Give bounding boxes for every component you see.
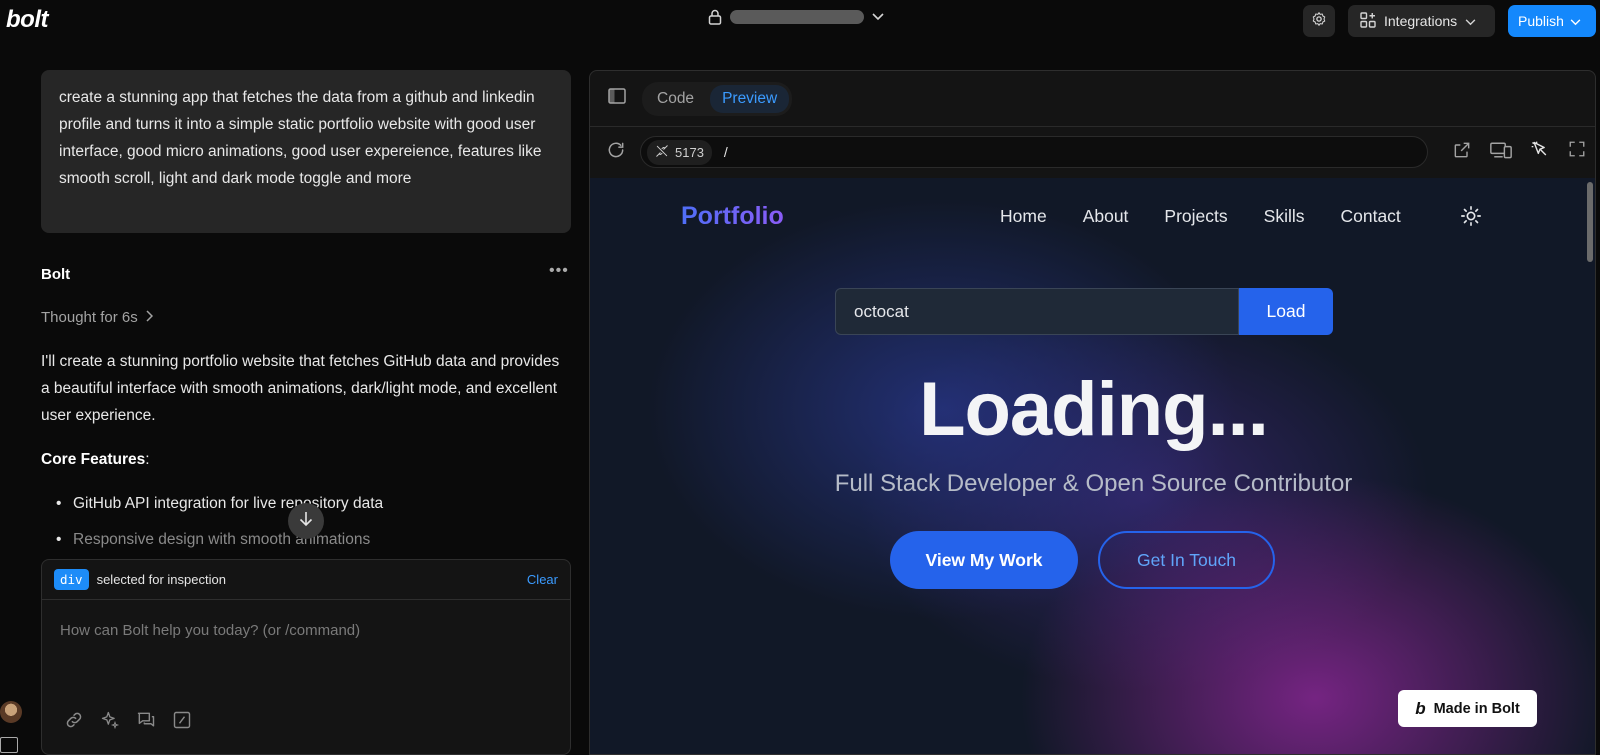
integrations-label: Integrations: [1384, 13, 1458, 29]
github-username-input[interactable]: octocat: [835, 288, 1239, 335]
user-avatar[interactable]: [0, 701, 22, 723]
lock-icon: [708, 9, 722, 25]
preview-site: Portfolio Home About Projects Skills Con…: [590, 178, 1595, 754]
publish-button[interactable]: Publish: [1508, 5, 1596, 37]
device-toggle-icon[interactable]: [1490, 140, 1512, 165]
attach-link-icon[interactable]: [64, 710, 84, 730]
chat-composer: div selected for inspection Clear How ca…: [41, 559, 571, 755]
bolt-logo[interactable]: bolt: [6, 6, 48, 34]
workbench-header: Code Preview: [590, 71, 1595, 127]
port-number: 5173: [675, 144, 704, 160]
chevron-right-icon: [146, 309, 153, 326]
discuss-icon[interactable]: [136, 710, 156, 730]
inspection-text: selected for inspection: [96, 572, 226, 587]
nav-about[interactable]: About: [1083, 206, 1129, 227]
address-bar[interactable]: 5173 /: [640, 136, 1428, 168]
plug-icon: [655, 144, 669, 161]
site-brand[interactable]: Portfolio: [681, 202, 784, 231]
load-button[interactable]: Load: [1239, 288, 1333, 335]
tab-code[interactable]: Code: [645, 85, 706, 113]
url-path: /: [723, 144, 728, 160]
get-in-touch-button[interactable]: Get In Touch: [1098, 531, 1275, 589]
reload-icon[interactable]: [606, 140, 626, 165]
fullscreen-icon[interactable]: [1568, 140, 1586, 165]
tab-preview[interactable]: Preview: [710, 84, 790, 113]
settings-button[interactable]: [1303, 5, 1335, 37]
command-icon[interactable]: [172, 710, 192, 730]
hero-headline: Loading...: [919, 367, 1269, 452]
clear-inspection-button[interactable]: Clear: [527, 572, 558, 587]
made-in-bolt-label: Made in Bolt: [1433, 700, 1520, 717]
view-tabs: Code Preview: [642, 81, 793, 116]
publish-label: Publish: [1518, 13, 1564, 29]
site-nav: Home About Projects Skills Contact: [1000, 206, 1401, 227]
panel-toggle-icon[interactable]: [608, 88, 626, 109]
preview-scrollbar[interactable]: [1587, 182, 1593, 262]
preview-toolbar: 5173 /: [590, 127, 1595, 177]
assistant-name: Bolt: [41, 266, 71, 283]
nav-contact[interactable]: Contact: [1340, 206, 1400, 227]
core-features-title: Core Features: [41, 451, 146, 468]
project-name-redacted: [730, 10, 864, 24]
assistant-response: I'll create a stunning portfolio website…: [41, 353, 560, 424]
sun-icon[interactable]: [1460, 205, 1482, 232]
project-selector[interactable]: [708, 9, 884, 25]
core-features-heading: Core Features:: [41, 451, 150, 469]
open-external-icon[interactable]: [1452, 140, 1472, 165]
inspected-element-tag: div: [54, 569, 89, 590]
inspection-bar: div selected for inspection: [42, 560, 570, 600]
thought-toggle[interactable]: Thought for 6s: [41, 309, 153, 326]
workbench-panel: Code Preview 5173 / Portfolio Home About…: [589, 70, 1596, 755]
view-my-work-button[interactable]: View My Work: [890, 531, 1078, 589]
preview-actions: [1452, 140, 1586, 165]
bolt-badge-logo: b: [1415, 698, 1426, 718]
message-menu-button[interactable]: •••: [549, 262, 569, 280]
nav-skills[interactable]: Skills: [1264, 206, 1305, 227]
top-bar: bolt Integrations Publish: [0, 0, 1600, 42]
thought-label: Thought for 6s: [41, 309, 138, 326]
hero-tagline: Full Stack Developer & Open Source Contr…: [834, 470, 1353, 497]
arrow-down-icon: [299, 511, 313, 532]
nav-projects[interactable]: Projects: [1164, 206, 1227, 227]
port-selector[interactable]: 5173: [647, 139, 712, 165]
core-features-colon: :: [145, 451, 150, 468]
sidebar-toggle-icon[interactable]: [0, 737, 18, 753]
user-message: create a stunning app that fetches the d…: [41, 70, 571, 233]
chevron-down-icon: [1570, 13, 1581, 29]
chevron-down-icon: [872, 13, 884, 21]
gear-icon: [1311, 11, 1327, 32]
inspect-cursor-icon[interactable]: [1530, 140, 1550, 165]
integrations-button[interactable]: Integrations: [1348, 5, 1495, 37]
nav-home[interactable]: Home: [1000, 206, 1047, 227]
enhance-prompt-icon[interactable]: [100, 710, 120, 730]
composer-toolbar: [64, 710, 192, 730]
chevron-down-icon: [1465, 13, 1476, 29]
integrations-icon: [1360, 11, 1376, 31]
prompt-input[interactable]: How can Bolt help you today? (or /comman…: [60, 622, 360, 639]
made-in-bolt-badge[interactable]: b Made in Bolt: [1398, 690, 1537, 727]
scroll-to-bottom-button[interactable]: [288, 503, 324, 539]
